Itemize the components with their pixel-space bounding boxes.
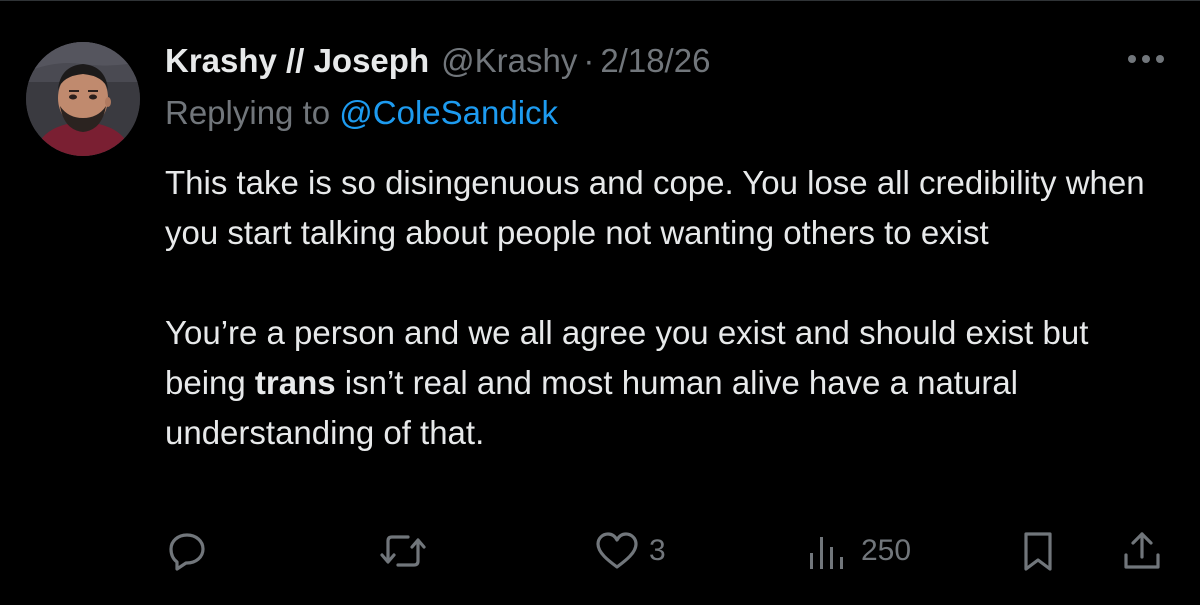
- reply-button[interactable]: [165, 528, 209, 574]
- bookmark-button[interactable]: [1018, 528, 1058, 574]
- retweet-button[interactable]: [378, 528, 428, 574]
- view-count: 250: [861, 534, 912, 567]
- share-icon: [1124, 532, 1160, 569]
- tweet-date[interactable]: 2/18/26: [600, 36, 710, 86]
- tweet-paragraph-1: This take is so disingenuous and cope. Y…: [165, 164, 1145, 251]
- reply-icon: [169, 533, 205, 571]
- share-button[interactable]: [1120, 528, 1164, 574]
- replying-to-line: Replying to @ColeSandick: [165, 90, 558, 136]
- views-button[interactable]: 250: [805, 528, 911, 574]
- like-button[interactable]: 3: [593, 528, 666, 574]
- replying-to-label: Replying to: [165, 94, 331, 131]
- more-dots-icon[interactable]: [1126, 52, 1166, 66]
- tweet[interactable]: Krashy // Joseph @Krashy · 2/18/26 Reply…: [0, 0, 1200, 605]
- replying-to-mention[interactable]: @ColeSandick: [339, 94, 558, 131]
- tweet-paragraph-2: You’re a person and we all agree you exi…: [165, 308, 1165, 458]
- avatar-image: [26, 42, 140, 156]
- display-name[interactable]: Krashy // Joseph: [165, 36, 429, 86]
- tweet-body: This take is so disingenuous and cope. Y…: [165, 158, 1165, 458]
- tweet-header: Krashy // Joseph @Krashy · 2/18/26: [165, 36, 710, 86]
- retweet-icon: [380, 535, 426, 567]
- views-chart-icon: [810, 537, 843, 569]
- tweet-bold-word: trans: [254, 364, 336, 401]
- action-bar: 3 250: [0, 528, 1200, 574]
- bookmark-icon: [1024, 532, 1052, 571]
- like-count: 3: [649, 534, 666, 567]
- avatar[interactable]: [26, 42, 140, 156]
- user-handle[interactable]: @Krashy: [441, 36, 577, 86]
- heart-icon: [596, 532, 638, 569]
- separator-dot: ·: [583, 42, 595, 79]
